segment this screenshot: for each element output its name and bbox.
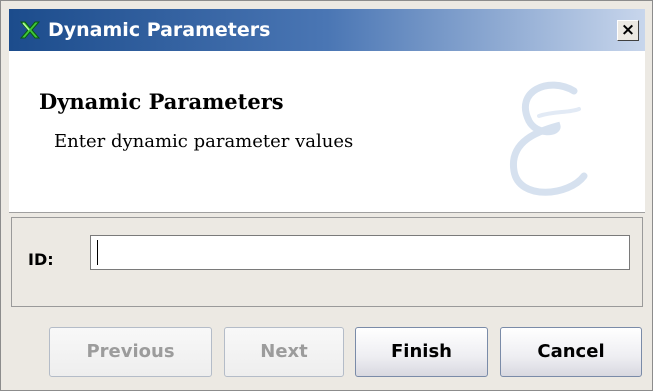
wizard-header: Dynamic Parameters Enter dynamic paramet… [9,51,645,212]
id-label: ID: [28,250,54,269]
id-input[interactable] [90,235,630,270]
cancel-button[interactable]: Cancel [500,327,642,377]
window-title: Dynamic Parameters [48,19,271,41]
page-title: Dynamic Parameters [39,89,284,114]
title-bar[interactable]: Dynamic Parameters × [9,9,645,51]
text-caret [97,240,98,265]
finish-button[interactable]: Finish [355,327,488,377]
close-icon[interactable]: × [617,20,639,41]
parameter-panel: ID: [11,217,643,307]
script-e-watermark [510,81,588,196]
dialog-window: Dynamic Parameters × Dynamic Parameters … [0,0,653,391]
next-button[interactable]: Next [224,327,344,377]
header-divider [9,212,645,213]
previous-button[interactable]: Previous [49,327,212,377]
app-logo-icon [19,19,41,41]
page-subtitle: Enter dynamic parameter values [54,131,354,152]
